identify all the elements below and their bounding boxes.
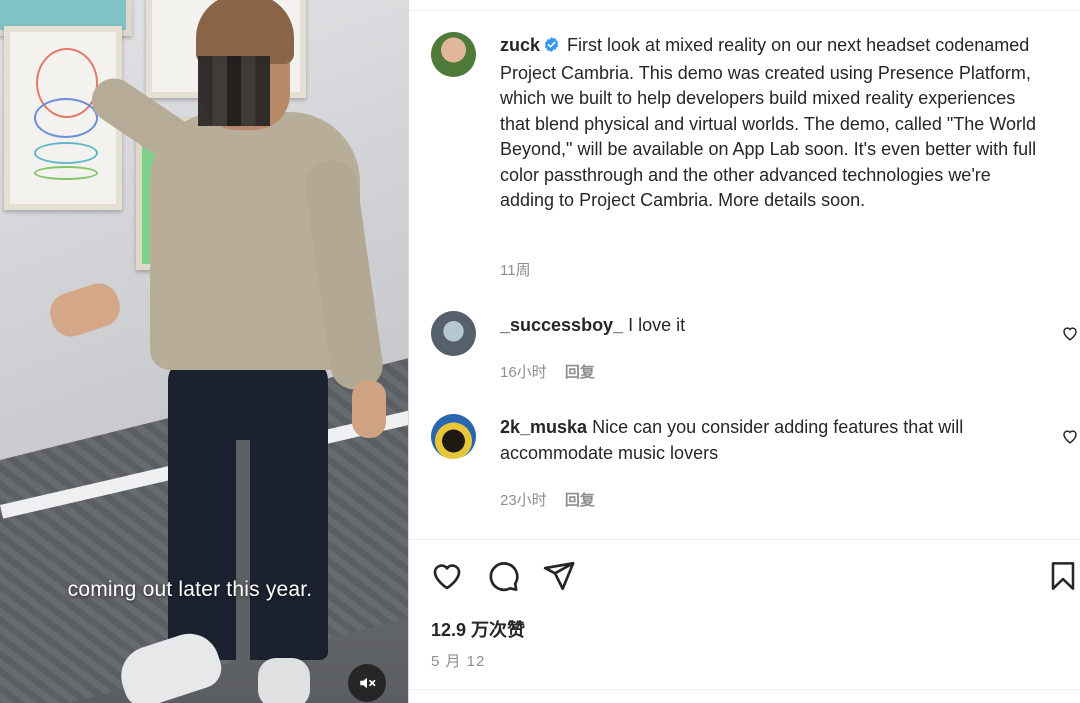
presenter-hair xyxy=(196,0,294,64)
comment: _successboy_ I love it xyxy=(500,313,1040,339)
share-button[interactable] xyxy=(541,558,577,594)
reply-button[interactable]: 回复 xyxy=(565,492,595,509)
comment-text: I love it xyxy=(628,315,686,335)
action-bar xyxy=(429,558,1075,594)
verified-badge-icon xyxy=(543,35,560,61)
bookmark-icon xyxy=(1051,562,1075,590)
comments-divider xyxy=(409,539,1080,540)
caption-text: First look at mixed reality on our next … xyxy=(500,35,1037,210)
post-panel: zuck First look at mixed reality on our … xyxy=(409,0,1080,703)
comment-like-heart-icon[interactable] xyxy=(1061,324,1079,342)
comment-button[interactable] xyxy=(485,558,521,594)
comment-age[interactable]: 23小时 xyxy=(500,492,547,509)
author-username[interactable]: zuck xyxy=(500,35,540,55)
header-divider xyxy=(409,10,1080,11)
like-button[interactable] xyxy=(429,558,465,594)
avatar[interactable] xyxy=(431,311,476,356)
presenter-shoe xyxy=(258,658,310,703)
reply-button[interactable]: 回复 xyxy=(565,364,595,381)
comment-username[interactable]: 2k_muska xyxy=(500,417,587,437)
send-icon xyxy=(543,561,575,591)
heart-icon xyxy=(433,564,461,590)
muted-speaker-icon xyxy=(360,677,376,689)
comment-username[interactable]: _successboy_ xyxy=(500,315,623,335)
comment-meta: 23小时 回复 xyxy=(500,489,595,510)
comment-like-heart-icon[interactable] xyxy=(1061,427,1079,445)
comment: 2k_muska Nice can you consider adding fe… xyxy=(500,415,1040,466)
post-age: 11周 xyxy=(500,259,531,280)
post-age-text[interactable]: 11周 xyxy=(500,262,531,279)
comment-age[interactable]: 16小时 xyxy=(500,364,547,381)
like-count[interactable]: 12.9 万次赞 xyxy=(431,616,525,642)
post-caption: zuck First look at mixed reality on our … xyxy=(500,33,1045,214)
legs-gap xyxy=(236,440,250,670)
avatar[interactable] xyxy=(431,414,476,459)
post-video[interactable]: coming out later this year. xyxy=(0,0,408,703)
face-pixelation xyxy=(198,56,270,126)
video-subtitle: coming out later this year. xyxy=(67,578,313,601)
footer-divider xyxy=(409,689,1080,690)
presenter-hand xyxy=(44,278,126,342)
mute-button[interactable] xyxy=(348,664,386,702)
save-button[interactable] xyxy=(1045,558,1080,594)
avatar[interactable] xyxy=(431,32,476,77)
comment-icon xyxy=(489,562,519,592)
comment-meta: 16小时 回复 xyxy=(500,361,595,382)
post-date[interactable]: 5 月 12 xyxy=(431,650,485,671)
presenter-hand xyxy=(352,380,386,438)
